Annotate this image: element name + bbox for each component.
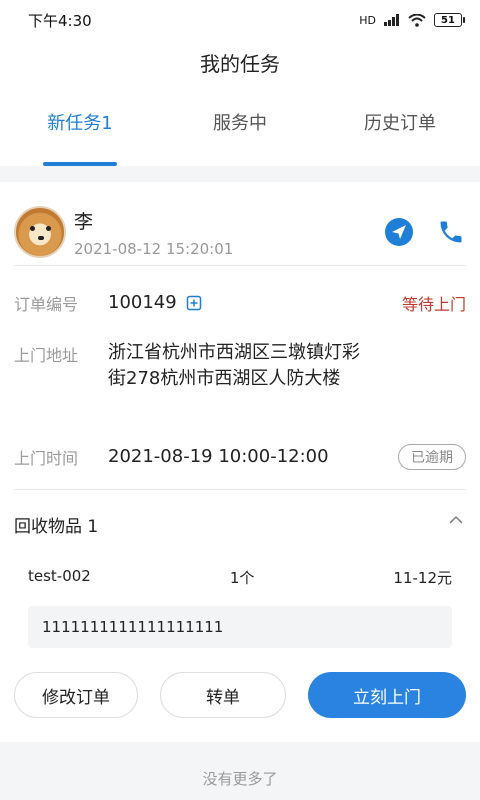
address-value: 浙江省杭州市西湖区三墩镇灯彩街278杭州市西湖区人防大楼 bbox=[108, 342, 360, 390]
order-created-time: 2021-08-12 15:20:01 bbox=[74, 239, 234, 258]
modify-order-button[interactable]: 修改订单 bbox=[14, 672, 138, 718]
signal-icon bbox=[384, 14, 399, 26]
tab-new-task[interactable]: 新任务1 bbox=[0, 84, 160, 166]
order-number: 100149 bbox=[108, 292, 177, 313]
battery-icon: 51 bbox=[434, 13, 465, 27]
status-bar: 下午4:30 HD 51 bbox=[0, 0, 480, 40]
go-now-button[interactable]: 立刻上门 bbox=[308, 672, 466, 718]
page-title: 我的任务 bbox=[0, 40, 480, 84]
item-name: test-002 bbox=[28, 567, 91, 585]
customer-name: 李 bbox=[74, 210, 94, 233]
order-status: 等待上门 bbox=[401, 295, 466, 315]
tab-history-orders[interactable]: 历史订单 bbox=[320, 84, 480, 166]
transfer-order-button[interactable]: 转单 bbox=[160, 672, 286, 718]
tab-bar: 新任务1 服务中 历史订单 bbox=[0, 84, 480, 166]
order-number-row: 订单编号 100149 等待上门 bbox=[14, 290, 466, 316]
order-card: 李 2021-08-12 15:20:01 订单编号 100149 等待上门 上… bbox=[0, 182, 480, 742]
visit-time-row: 上门时间 2021-08-19 10:00-12:00 已逾期 bbox=[14, 444, 466, 471]
tab-in-service[interactable]: 服务中 bbox=[160, 84, 320, 166]
customer-actions bbox=[384, 217, 466, 247]
visit-time-label: 上门时间 bbox=[14, 449, 79, 469]
navigate-icon[interactable] bbox=[384, 217, 414, 247]
item-quantity: 1个 bbox=[229, 569, 255, 587]
wifi-icon bbox=[408, 13, 426, 27]
status-time: 下午4:30 bbox=[28, 11, 92, 30]
list-item: test-002 1个 11-12元 bbox=[28, 567, 452, 588]
copy-icon[interactable] bbox=[186, 295, 202, 311]
visit-time-value: 2021-08-19 10:00-12:00 bbox=[108, 446, 329, 467]
address-row: 上门地址 浙江省杭州市西湖区三墩镇灯彩街278杭州市西湖区人防大楼 bbox=[14, 340, 466, 392]
order-number-label: 订单编号 bbox=[14, 295, 79, 315]
customer-info: 李 2021-08-12 15:20:01 bbox=[74, 207, 233, 258]
item-price: 11-12元 bbox=[393, 569, 452, 587]
avatar bbox=[14, 206, 66, 258]
divider bbox=[14, 265, 466, 266]
no-more-text: 没有更多了 bbox=[202, 770, 278, 788]
overdue-badge: 已逾期 bbox=[398, 444, 466, 471]
status-icons: HD 51 bbox=[359, 13, 465, 27]
phone-icon[interactable] bbox=[436, 217, 466, 247]
chevron-up-icon[interactable] bbox=[448, 514, 464, 526]
order-number-value: 100149 bbox=[108, 290, 202, 316]
recycled-items-title: 回收物品 1 bbox=[14, 517, 99, 537]
address-label: 上门地址 bbox=[14, 346, 79, 365]
order-note: 1111111111111111111 bbox=[28, 606, 452, 648]
hd-label: HD bbox=[359, 13, 376, 27]
customer-row: 李 2021-08-12 15:20:01 bbox=[14, 197, 466, 267]
divider bbox=[14, 489, 466, 490]
